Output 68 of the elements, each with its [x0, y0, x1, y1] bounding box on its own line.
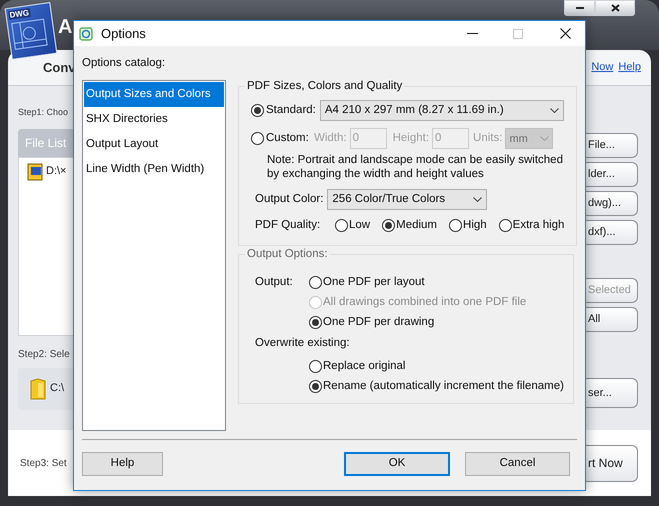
color-select[interactable]: 256 Color/True Colors: [327, 189, 488, 210]
radio-button[interactable]: [382, 219, 396, 232]
app-title: A: [58, 15, 72, 40]
field-label: Output:: [255, 275, 294, 290]
app-button[interactable]: File...: [586, 133, 638, 158]
radio-button[interactable]: [309, 360, 322, 373]
option-label: Extra high: [512, 218, 564, 234]
dialog-button[interactable]: OK: [344, 452, 450, 476]
radio-button[interactable]: [309, 380, 322, 393]
folder-path: C:\: [50, 381, 64, 396]
radio-button[interactable]: [309, 276, 322, 289]
catalog-label: Options catalog:: [82, 56, 166, 71]
radio-button[interactable]: [335, 219, 348, 232]
step-label: Step3: Set: [20, 456, 67, 470]
field-label: PDF Quality:: [255, 218, 322, 234]
file-path: D:\×: [46, 164, 66, 180]
options-icon: [79, 26, 93, 40]
dialog-button[interactable]: Cancel: [465, 452, 570, 476]
field-label: Overwrite existing:: [255, 336, 351, 352]
option-label: All drawings combined into one PDF file: [323, 294, 526, 310]
minimize-button[interactable]: [564, 0, 595, 16]
chevron-down-icon: [473, 197, 482, 202]
app-button[interactable]: ser...: [586, 378, 638, 408]
group-title: Output Options:: [246, 247, 329, 262]
blueprint-icon: [10, 16, 50, 52]
dialog-title: Options: [101, 24, 146, 43]
option-label: One PDF per drawing: [323, 314, 434, 330]
paper-size-select[interactable]: A4 210 x 297 mm (8.27 x 11.69 in.): [320, 100, 564, 122]
app-button[interactable]: All: [586, 307, 638, 332]
radio-button[interactable]: [251, 104, 264, 118]
option-label: Custom:: [266, 131, 310, 146]
group-title: PDF Sizes, Colors and Quality: [246, 79, 404, 94]
close-button[interactable]: [595, 0, 635, 16]
step-label: Step2: Sele: [18, 348, 70, 362]
catalog-item[interactable]: Line Width (Pen Width): [84, 157, 224, 182]
catalog-item[interactable]: Output Layout: [84, 132, 224, 157]
radio-button[interactable]: [449, 219, 462, 232]
field-label: Units:: [473, 131, 502, 146]
option-label: Standard:: [266, 103, 316, 118]
field-label: Height:: [392, 131, 430, 146]
file-icon: [27, 162, 43, 180]
option-label: Medium: [396, 218, 438, 234]
chevron-down-icon: [550, 108, 560, 114]
app-button[interactable]: dxf)...: [586, 220, 638, 245]
dialog-button[interactable]: Help: [82, 452, 163, 476]
radio-button[interactable]: [498, 219, 512, 232]
option-label: Rename (automatically increment the filename): [323, 378, 564, 394]
radio-button[interactable]: [309, 316, 322, 329]
folder-icon: [30, 378, 46, 400]
step-label: Step1: Choo: [18, 106, 68, 119]
app-button[interactable]: dwg)...: [586, 191, 638, 216]
field-label: Width:: [314, 131, 347, 146]
option-label: High: [463, 218, 487, 234]
close-icon: [610, 4, 620, 12]
app-button[interactable]: lder...: [586, 162, 638, 187]
catalog-item[interactable]: Output Sizes and Colors: [84, 82, 224, 107]
convert-button[interactable]: rt Now: [586, 444, 638, 482]
option-label: Replace original: [323, 358, 406, 374]
header-link[interactable]: Help: [618, 59, 641, 76]
maximize-icon: [513, 28, 523, 38]
close-icon[interactable]: [560, 28, 571, 39]
field-label: Output Color:: [255, 192, 324, 208]
logo-text: DWG: [8, 8, 31, 20]
option-label: One PDF per layout: [323, 274, 425, 290]
chevron-down-icon: [540, 136, 550, 142]
header-link[interactable]: Now: [591, 59, 614, 76]
option-label: Low: [349, 218, 370, 234]
radio-button[interactable]: [251, 132, 264, 146]
